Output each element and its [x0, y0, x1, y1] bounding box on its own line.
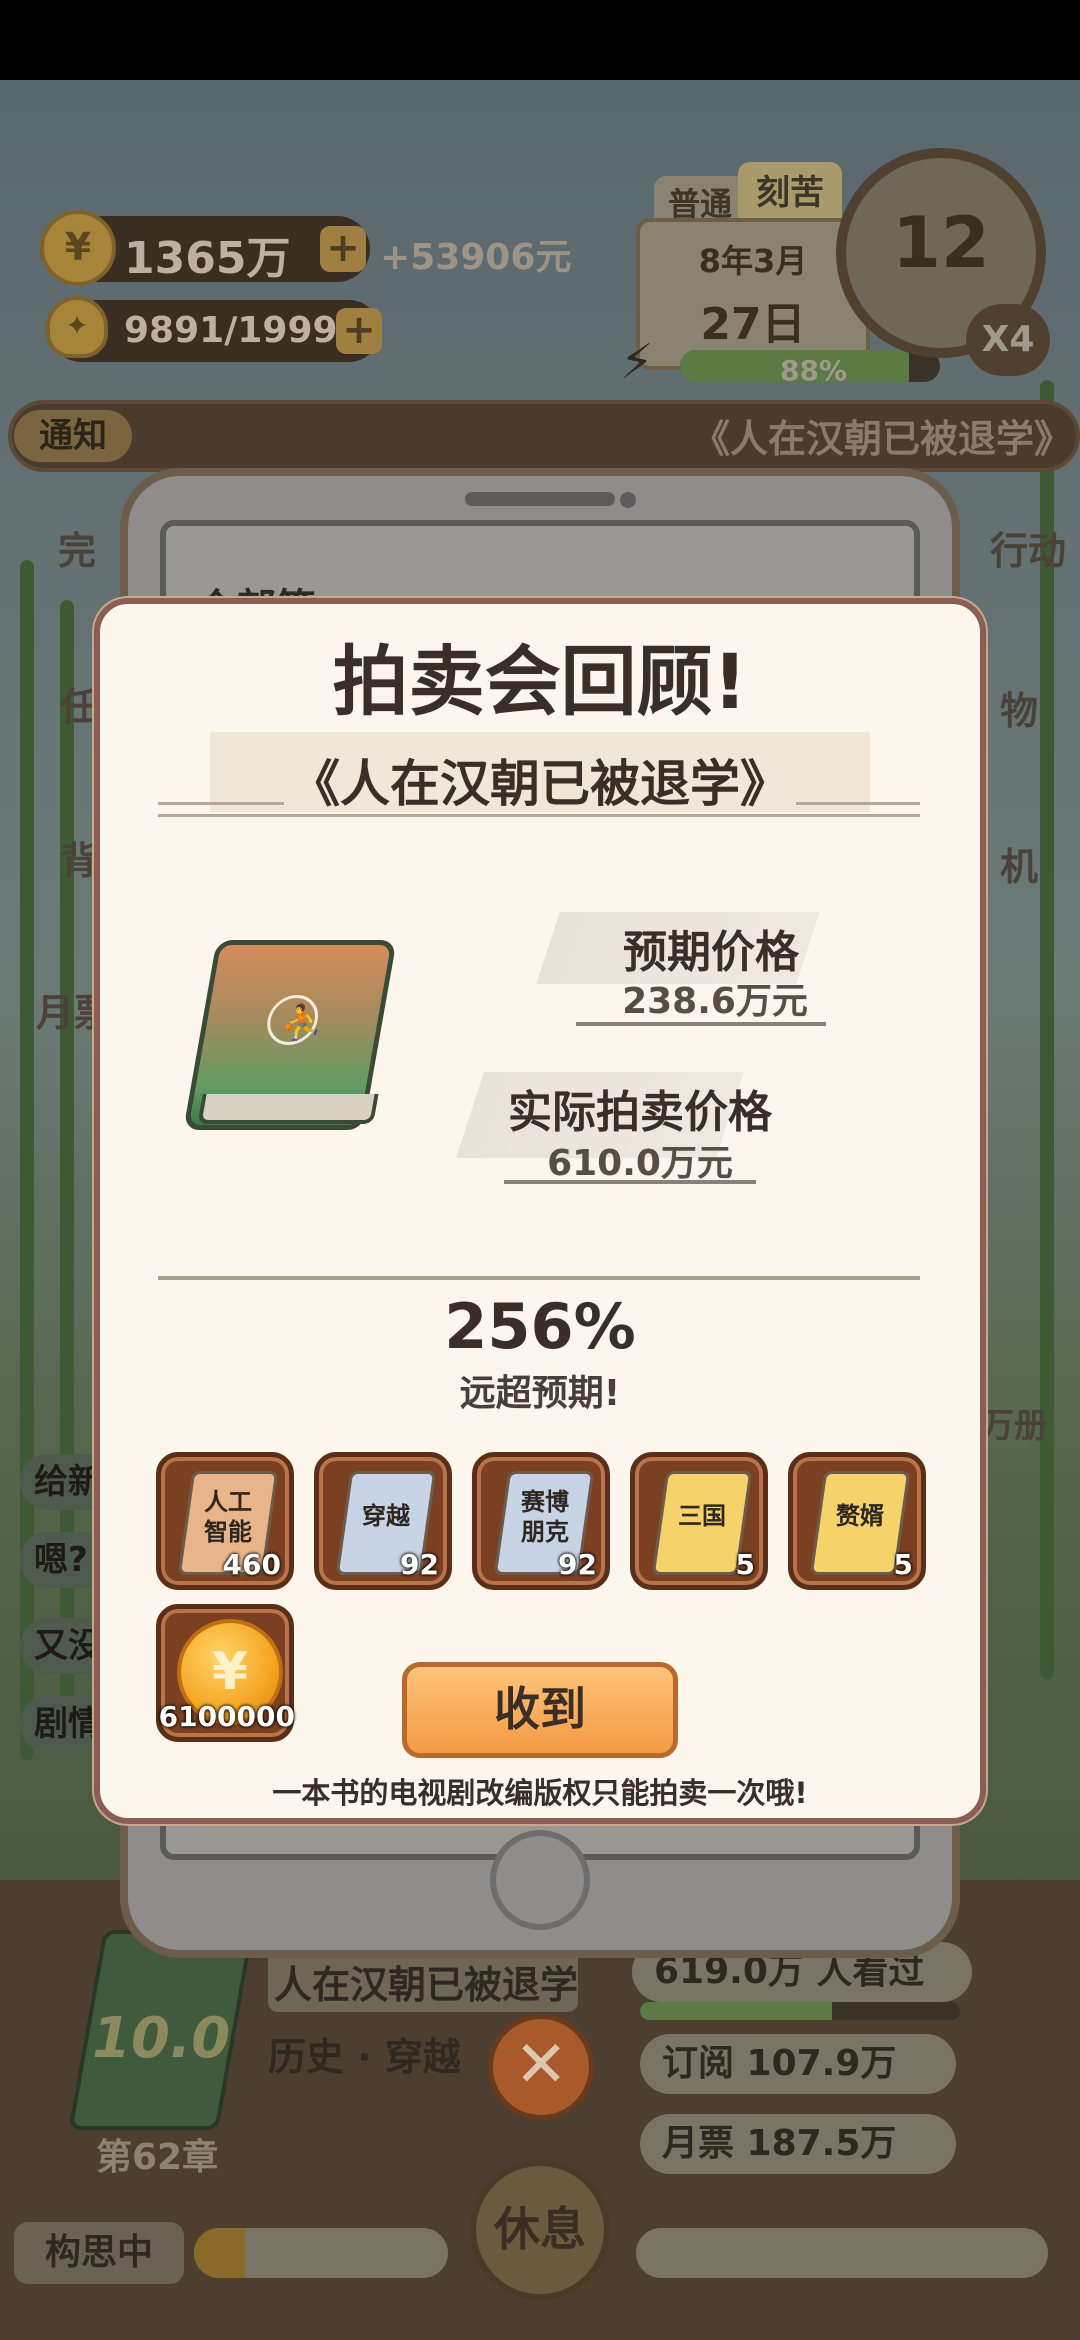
- price-underline: [504, 1180, 756, 1184]
- money-delta: +53906元: [380, 237, 572, 278]
- reward-label: 赘婿: [836, 1502, 884, 1530]
- auction-book-title: 《人在汉朝已被退学》: [290, 755, 790, 813]
- reward-count: 6100000: [158, 1700, 295, 1733]
- progress-text: 88%: [780, 354, 848, 387]
- expected-price-value: 238.6万元: [622, 981, 808, 1022]
- lightbulb-icon: ✦: [46, 296, 108, 358]
- price-underline: [576, 1022, 826, 1026]
- date-day: 27日: [700, 299, 806, 350]
- stat-subscribe: 订阅 107.9万: [640, 2034, 956, 2094]
- percent-value: 256%: [444, 1290, 636, 1363]
- receive-button[interactable]: 收到: [402, 1662, 678, 1758]
- status-progress: [194, 2228, 448, 2278]
- reward-label: 人工智能: [204, 1488, 252, 1546]
- notice-tag: 通知: [14, 410, 132, 462]
- book-genre: 历史 · 穿越: [268, 2035, 461, 2079]
- side-item-bag[interactable]: 背: [60, 830, 98, 885]
- actual-price-value: 610.0万元: [547, 1143, 733, 1184]
- right-progress: [636, 2228, 1048, 2278]
- date-month: 8年3月: [698, 242, 808, 280]
- reward-label: 穿越: [362, 1502, 410, 1530]
- reward-item[interactable]: 三国 5: [630, 1452, 768, 1590]
- add-energy-button[interactable]: +: [336, 308, 382, 354]
- side-item-items[interactable]: 物: [1000, 680, 1038, 735]
- bamboo-decoration: [1040, 380, 1054, 1680]
- coin-icon: ¥: [40, 210, 116, 286]
- reward-count: 5: [735, 1548, 755, 1581]
- reward-count: 460: [222, 1548, 281, 1581]
- side-item-action[interactable]: 行动: [990, 520, 1066, 575]
- stat-monthly: 月票 187.5万: [640, 2114, 956, 2174]
- lightning-icon: ⚡: [620, 334, 654, 390]
- phone-speaker: [465, 492, 615, 506]
- reward-count: 92: [400, 1548, 439, 1581]
- close-book-button[interactable]: ✕: [488, 2014, 594, 2120]
- reward-count: 5: [893, 1548, 913, 1581]
- date-card: 8年3月 27日: [636, 218, 870, 370]
- shelf-count: 万册: [980, 1406, 1048, 1446]
- reward-item-coin[interactable]: ¥ 6100000: [156, 1604, 295, 1742]
- reward-label: 赛博朋克: [521, 1488, 569, 1546]
- reward-item[interactable]: 穿越 92: [314, 1452, 452, 1590]
- footer-note: 一本书的电视剧改编版权只能拍卖一次哦!: [272, 1776, 808, 1810]
- book-pages: [197, 1094, 379, 1124]
- percent-note: 远超预期!: [459, 1373, 621, 1414]
- side-item-complete[interactable]: 完: [58, 520, 96, 575]
- book-score: 10.0: [92, 2006, 231, 2071]
- status-label: 构思中: [14, 2222, 184, 2284]
- phone-camera: [620, 492, 636, 508]
- money-value: 1365万: [124, 233, 291, 284]
- reward-count: 92: [558, 1548, 597, 1581]
- add-money-button[interactable]: +: [320, 226, 366, 272]
- status-bar: [0, 0, 1080, 80]
- book-name: 人在汉朝已被退学: [274, 1963, 579, 2007]
- clock-hour: 12: [892, 202, 990, 284]
- notice-text: 《人在汉朝已被退学》: [691, 417, 1072, 461]
- modal-title: 拍卖会回顾!: [332, 637, 748, 726]
- rest-button[interactable]: 休息: [470, 2160, 610, 2300]
- energy-value: 9891/19999: [124, 310, 363, 351]
- phone-home-button[interactable]: [490, 1830, 590, 1930]
- reward-item[interactable]: 赛博朋克 92: [472, 1452, 610, 1590]
- reward-item[interactable]: 人工智能 460: [156, 1452, 294, 1590]
- side-item-phone[interactable]: 机: [1000, 836, 1038, 891]
- reward-item[interactable]: 赘婿 5: [788, 1452, 926, 1590]
- actual-price-label: 实际拍卖价格: [508, 1087, 772, 1138]
- tab-hard[interactable]: 刻苦: [738, 162, 842, 224]
- divider: [158, 1276, 920, 1280]
- book-chapter: 第62章: [96, 2137, 219, 2178]
- speed-button[interactable]: X4: [966, 304, 1050, 376]
- side-item-task[interactable]: 任: [60, 676, 98, 731]
- reward-label: 三国: [678, 1502, 726, 1530]
- views-bar: [640, 2002, 960, 2020]
- expected-price-label: 预期价格: [623, 927, 799, 978]
